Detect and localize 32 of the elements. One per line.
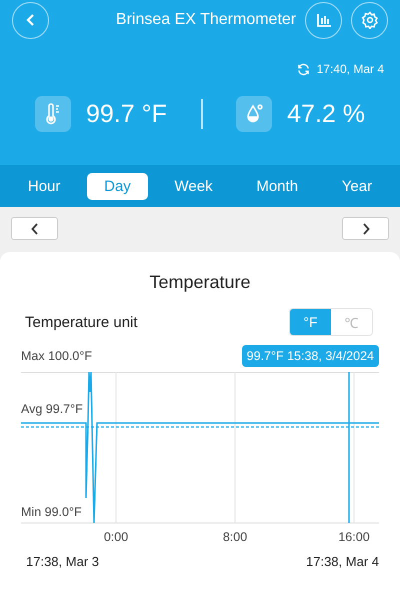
- settings-icon: [360, 11, 378, 29]
- chevron-right-icon: [362, 222, 370, 234]
- end-time: 17:38, Mar 4: [306, 554, 379, 569]
- start-time: 17:38, Mar 3: [26, 554, 99, 569]
- max-label: Max 100.0°F: [21, 349, 92, 363]
- min-label: Min 99.0°F: [21, 505, 82, 519]
- period-tab[interactable]: Month: [239, 172, 316, 200]
- back-button[interactable]: [12, 2, 49, 38]
- humidity-value: 47.2 %: [287, 100, 365, 128]
- chevron-left-icon: [30, 222, 38, 234]
- previous-button[interactable]: [11, 217, 58, 240]
- x-axis-label: 8:00: [222, 530, 248, 544]
- chart-title: Temperature: [148, 272, 252, 293]
- period-tab[interactable]: Week: [158, 172, 230, 200]
- bar-chart-icon: [316, 13, 332, 27]
- period-tab[interactable]: Hour: [10, 172, 78, 200]
- period-tab[interactable]: Year: [324, 172, 390, 200]
- unit-label: Temperature unit: [25, 314, 138, 330]
- statistics-button[interactable]: [305, 2, 342, 38]
- back-icon: [24, 13, 36, 27]
- sync-time: 17:40, Mar 4: [316, 62, 384, 76]
- next-button[interactable]: [342, 217, 389, 240]
- settings-button[interactable]: [351, 2, 388, 38]
- window-title: Brinsea EX Thermometer: [114, 11, 298, 29]
- refresh-icon: [296, 62, 310, 76]
- chart-tooltip: 99.7°F 15:38, 3/4/2024: [242, 345, 379, 367]
- x-axis-label: 16:00: [338, 530, 370, 544]
- avg-label: Avg 99.7°F: [21, 402, 83, 416]
- unit-toggle[interactable]: °F: [290, 309, 331, 335]
- temperature-value: 99.7 °F: [86, 100, 167, 128]
- x-axis-label: 0:00: [104, 530, 128, 544]
- period-tab[interactable]: Day: [87, 172, 148, 200]
